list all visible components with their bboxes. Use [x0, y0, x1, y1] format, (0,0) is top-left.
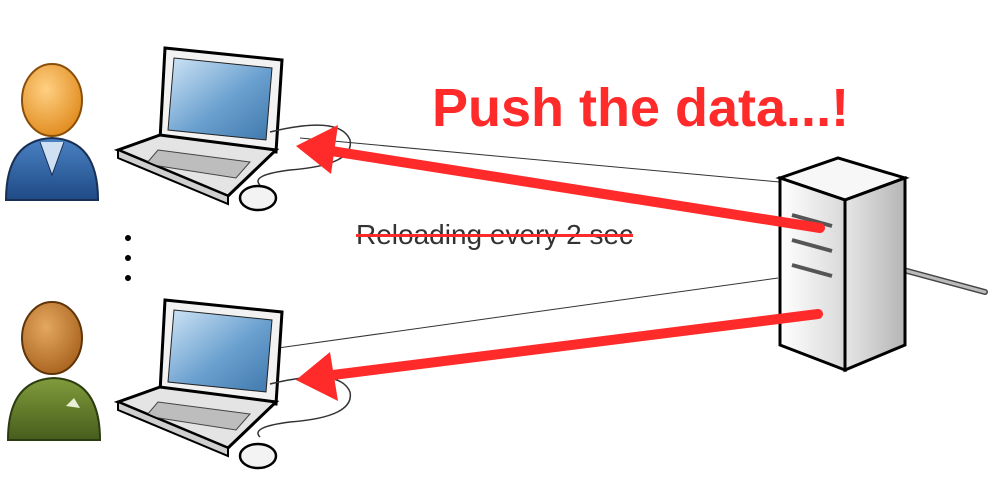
- diagram-canvas: Push the data...! Reloading every 2 sec: [0, 0, 998, 490]
- ellipsis-dots: [125, 235, 131, 281]
- headline: Push the data...!: [432, 78, 850, 138]
- struck-out-reloading-label: Reloading every 2 sec: [356, 219, 634, 250]
- push-arrow-top: [296, 125, 825, 233]
- push-arrow-bottom: [296, 309, 823, 401]
- user-icon: [4, 63, 100, 201]
- server-icon: [775, 156, 988, 373]
- user-icon: [6, 301, 102, 441]
- request-line-bottom: [277, 277, 779, 349]
